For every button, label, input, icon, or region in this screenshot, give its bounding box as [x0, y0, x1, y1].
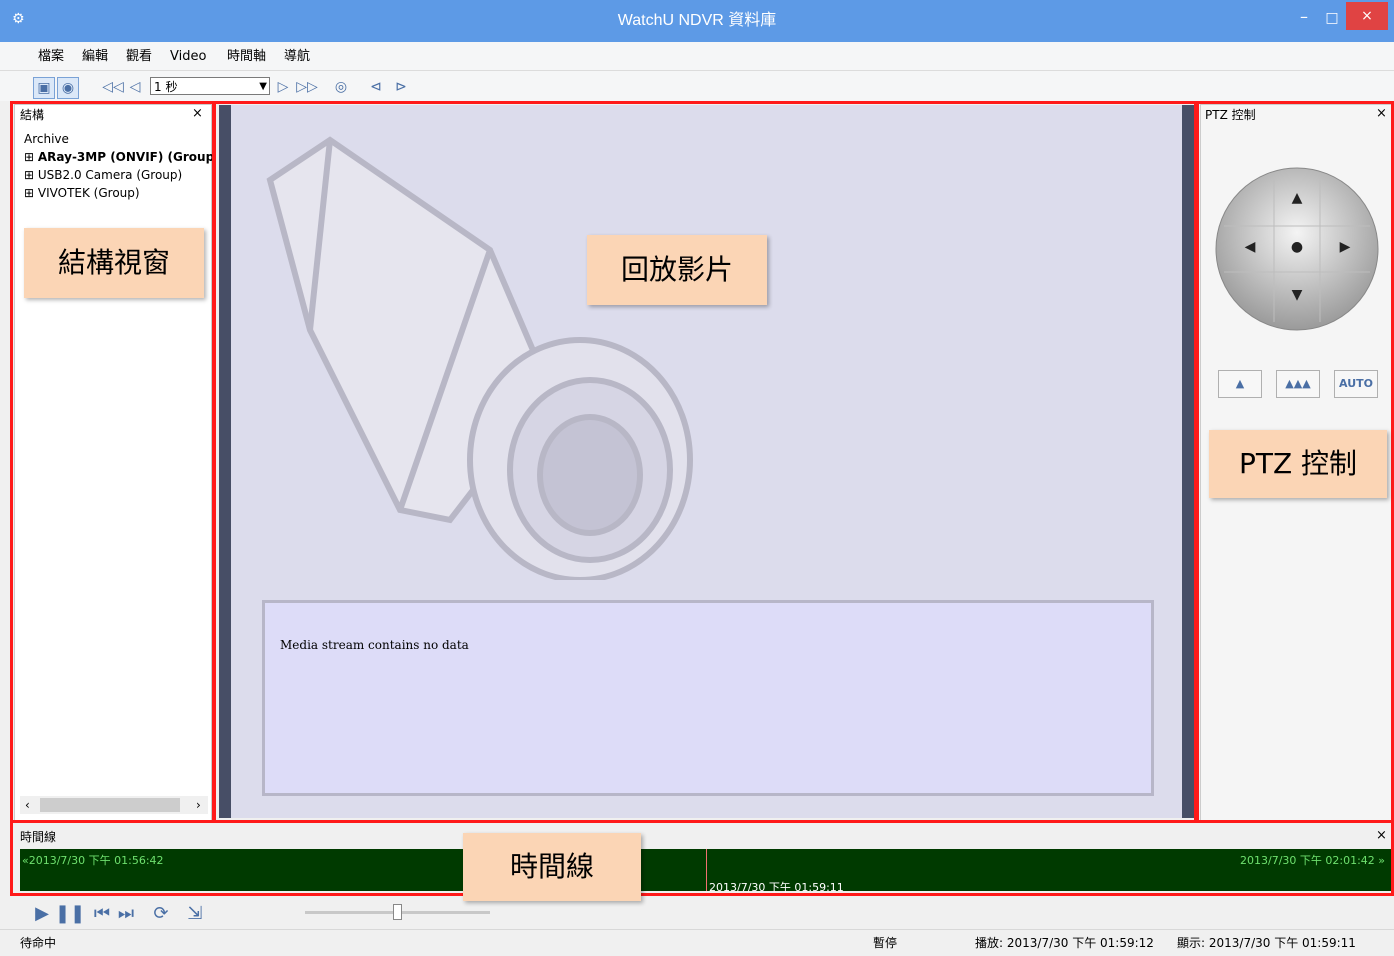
app-icon[interactable]: ⚙	[12, 10, 30, 28]
timeline-annotation-frame	[10, 820, 1394, 896]
fast-rewind-icon[interactable]: ◁◁	[102, 77, 124, 97]
refresh-icon[interactable]: ⟳	[150, 903, 172, 924]
menu-navigation[interactable]: 導航	[284, 48, 310, 66]
speed-slider-thumb[interactable]	[393, 904, 402, 920]
chevron-down-icon: ▼	[259, 81, 267, 92]
export-icon[interactable]: ⇲	[184, 903, 206, 924]
rate-select[interactable]: 1 秒 ▼	[150, 77, 270, 95]
snapshot-icon[interactable]: ◎	[330, 77, 352, 97]
status-text: 待命中	[20, 936, 57, 950]
video-callout: 回放影片	[587, 235, 767, 305]
menu-video[interactable]: Video	[170, 48, 206, 66]
skip-end-icon[interactable]: ⏭	[115, 903, 137, 924]
display-time: 顯示: 2013/7/30 下午 01:59:11	[1177, 936, 1356, 950]
menu-timeline[interactable]: 時間軸	[227, 48, 266, 66]
play-time: 播放: 2013/7/30 下午 01:59:12	[975, 936, 1154, 950]
next-marker-icon[interactable]: ⊳	[390, 77, 412, 97]
playback-state: 暫停	[873, 936, 898, 950]
prev-marker-icon[interactable]: ⊲	[365, 77, 387, 97]
menu-bar	[0, 42, 1394, 71]
play-icon[interactable]: ▶	[31, 903, 53, 924]
structure-annotation-frame	[10, 101, 215, 823]
minimize-button[interactable]: –	[1290, 6, 1318, 32]
step-forward-icon[interactable]: ▷	[276, 77, 290, 97]
skip-start-icon[interactable]: ⏮	[91, 903, 113, 924]
fast-forward-icon[interactable]: ▷▷	[296, 77, 318, 97]
close-window-button[interactable]: ×	[1346, 2, 1388, 30]
maximize-button[interactable]: □	[1318, 6, 1346, 32]
view-layout-icon[interactable]: ▣	[33, 77, 55, 99]
pause-icon[interactable]: ❚❚	[55, 903, 85, 924]
menu-view[interactable]: 觀看	[126, 48, 152, 66]
rate-value: 1 秒	[154, 80, 178, 94]
camera-view-icon[interactable]: ◉	[57, 77, 79, 99]
timeline-callout: 時間線	[463, 833, 641, 901]
menu-file[interactable]: 檔案	[38, 48, 64, 66]
ptz-callout: PTZ 控制	[1209, 430, 1387, 498]
structure-callout: 結構視窗	[24, 228, 204, 298]
step-back-icon[interactable]: ◁	[128, 77, 142, 97]
video-annotation-frame	[213, 101, 1199, 823]
window-title: WatchU NDVR 資料庫	[617, 12, 777, 29]
menu-edit[interactable]: 編輯	[82, 48, 108, 66]
